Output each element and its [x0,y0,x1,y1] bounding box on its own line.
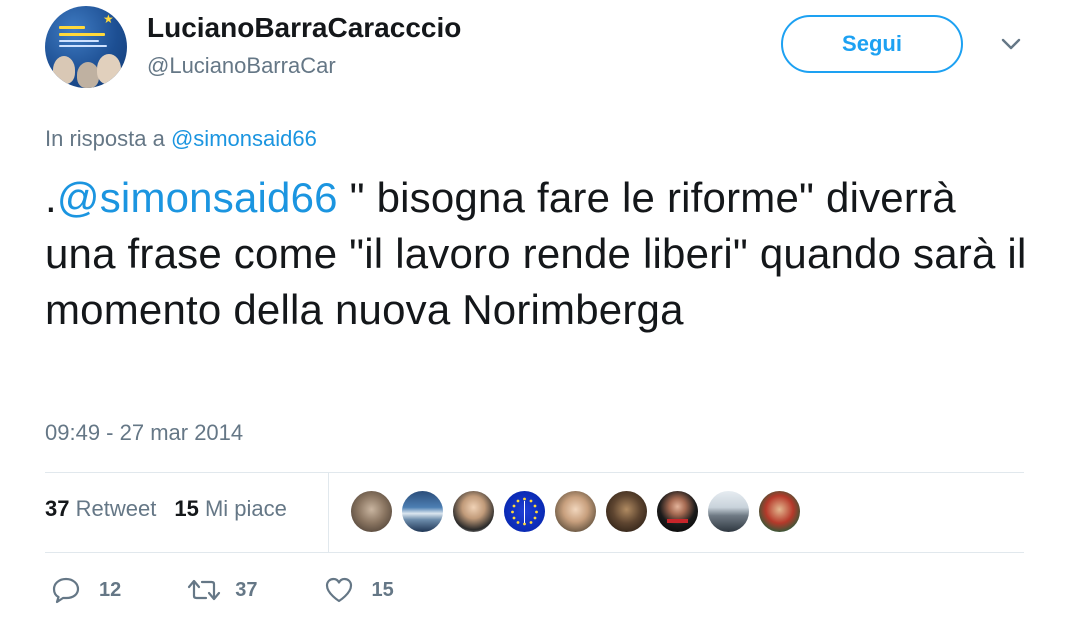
avatar-portrait [97,54,121,84]
avatar-text-line [59,45,107,47]
avatar-portrait [77,62,99,88]
liker-avatar[interactable] [453,491,494,532]
tweet-text: .@simonsaid66 " bisogna fare le riforme"… [45,170,1035,338]
follow-button[interactable]: Segui [781,15,963,73]
divider [45,472,1024,473]
chevron-down-icon[interactable] [1000,36,1022,52]
like-button[interactable]: 15 [324,576,394,604]
tweet-mention-link[interactable]: @simonsaid66 [57,174,338,221]
avatar-text-line [59,40,99,42]
reply-count: 12 [99,578,122,601]
reply-prefix: In risposta a [45,126,165,151]
heart-icon [325,577,352,603]
liker-avatar[interactable] [606,491,647,532]
retweet-count: 37 [235,578,258,601]
author-name[interactable]: LucianoBarraCaracccio [147,12,461,44]
stats-separator [328,473,329,552]
tweet-actions: 12 37 15 [45,576,394,604]
liker-avatar[interactable] [759,491,800,532]
like-stat-count: 15 [174,496,199,521]
liker-avatar[interactable] [657,491,698,532]
liker-avatar[interactable] [708,491,749,532]
divider [45,552,1024,553]
liker-avatar[interactable] [555,491,596,532]
reply-context: In risposta a @simonsaid66 [45,126,317,152]
liker-avatar[interactable] [351,491,392,532]
star-icon: ★ [103,12,114,26]
reply-mention-link[interactable]: @simonsaid66 [171,126,317,151]
liker-avatar[interactable] [504,491,545,532]
avatar-text-line [59,33,105,36]
reply-button[interactable]: 12 [51,576,121,604]
like-stat-label: Mi piace [204,496,287,521]
author-handle[interactable]: @LucianoBarraCar [147,53,336,79]
retweet-stat-count: 37 [45,496,70,521]
retweet-stat[interactable]: 37 Retweet [45,496,156,522]
liker-avatar[interactable] [402,491,443,532]
eu-stars-icon [511,497,538,526]
retweet-stat-label: Retweet [75,496,157,521]
likers-avatars [351,491,800,532]
retweet-icon [188,579,221,601]
avatar-text-line [59,26,85,29]
avatar-portrait [53,56,75,84]
reply-icon [52,577,80,604]
like-count: 15 [371,578,394,601]
tweet-lead: . [45,174,57,221]
tweet-stats: 37 Retweet 15 Mi piace [45,496,287,522]
retweet-button[interactable]: 37 [187,576,258,604]
avatar-detail [667,519,688,523]
like-stat[interactable]: 15 Mi piace [174,496,287,522]
author-avatar[interactable]: ★ [45,6,127,88]
tweet-timestamp[interactable]: 09:49 - 27 mar 2014 [45,420,243,446]
